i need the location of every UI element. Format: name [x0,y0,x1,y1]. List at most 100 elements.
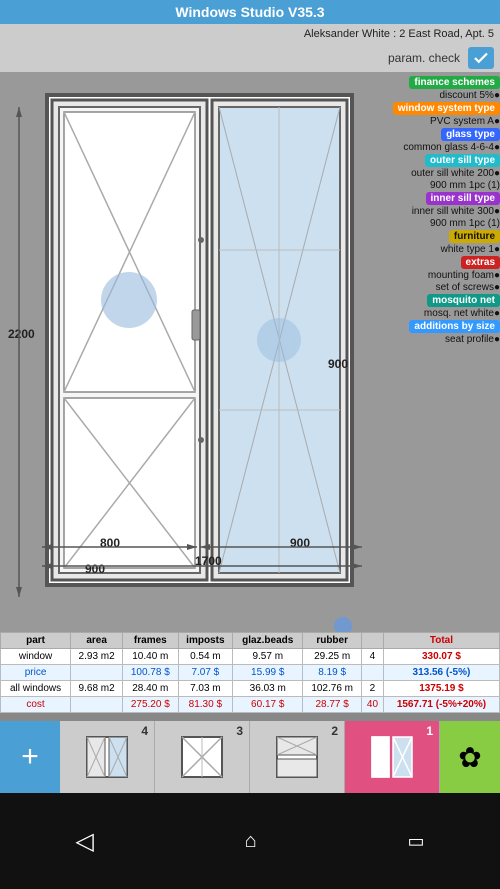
cell-glazbeads-window: 9.57 m [233,649,303,665]
label-furniture[interactable]: furniture [340,230,500,243]
col-header-glazbeads: glaz.beads [233,633,303,649]
tab-1-icon [369,734,415,780]
table-row-allwindows: all windows 9.68 m2 28.40 m 7.03 m 36.03… [1,681,500,697]
cell-rubber-cost: 28.77 $ [303,697,362,713]
cell-area-window: 2.93 m2 [71,649,123,665]
col-header-frames: frames [123,633,178,649]
cell-imposts-window: 0.54 m [178,649,233,665]
label-pvc: PVC system A● [340,116,500,127]
label-discount: discount 5%● [340,90,500,101]
table-row-window: window 2.93 m2 10.40 m 0.54 m 9.57 m 29.… [1,649,500,665]
tab-1[interactable]: 1 [345,721,440,793]
cell-glazbeads-cost: 60.17 $ [233,697,303,713]
add-window-button[interactable]: + [0,721,60,793]
table-row-price: price 100.78 $ 7.07 $ 15.99 $ 8.19 $ 313… [1,665,500,681]
tab-3-icon [179,734,225,780]
cell-frames-allwindows: 28.40 m [123,681,178,697]
tab-4-icon [84,734,130,780]
param-check-label: param. check [388,51,460,65]
cell-extra-cost: 40 [362,697,384,713]
data-table: part area frames imposts glaz.beads rubb… [0,632,500,709]
cell-imposts-price: 7.07 $ [178,665,233,681]
label-mosquito-val: mosq. net white● [340,308,500,319]
cell-frames-window: 10.40 m [123,649,178,665]
glass-type-tag[interactable]: glass type [441,128,500,141]
label-extras[interactable]: extras [340,256,500,269]
tab-4[interactable]: 4 [60,721,155,793]
param-check-button[interactable] [468,47,494,69]
label-window-system[interactable]: window system type [340,102,500,115]
param-row: param. check [0,44,500,72]
cell-part-allwindows: all windows [1,681,71,697]
cell-part-cost: cost [1,697,71,713]
label-foam: mounting foam● [340,270,500,281]
cell-total-allwindows: 1375.19 $ [383,681,499,697]
label-inner-sill-val: inner sill white 300● [340,206,500,217]
cell-total-price: 313.56 (-5%) [383,665,499,681]
dim-arrow-bottom-2 [200,537,362,557]
cell-extra-window: 4 [362,649,384,665]
cell-frames-cost: 275.20 $ [123,697,178,713]
nav-back-button[interactable]: ◁ [75,827,93,856]
label-screws: set of screws● [340,282,500,293]
top-bar: Windows Studio V35.3 [0,0,500,24]
finance-tag[interactable]: finance schemes [409,76,500,89]
info-bar: Aleksander White : 2 East Road, Apt. 5 [0,24,500,44]
cell-part-window: window [1,649,71,665]
table-row-cost: cost 275.20 $ 81.30 $ 60.17 $ 28.77 $ 40… [1,697,500,713]
label-mosquito[interactable]: mosquito net [340,294,500,307]
cell-imposts-allwindows: 7.03 m [178,681,233,697]
label-seat: seat profile● [340,334,500,345]
label-additions[interactable]: additions by size [340,320,500,333]
col-header-imposts: imposts [178,633,233,649]
cell-area-allwindows: 9.68 m2 [71,681,123,697]
inner-sill-tag[interactable]: inner sill type [426,192,500,205]
summary-table: part area frames imposts glaz.beads rubb… [0,632,500,713]
label-inner-sill[interactable]: inner sill type [340,192,500,205]
tab-1-num: 1 [426,724,433,738]
tab-3-num: 3 [236,724,243,738]
tab-3[interactable]: 3 [155,721,250,793]
label-glass-val: common glass 4-6-4● [340,142,500,153]
outer-sill-tag[interactable]: outer sill type [425,154,500,167]
flower-icon: ✿ [458,741,481,774]
canvas-area: finance schemes discount 5%● window syst… [0,72,500,632]
col-header-rubber: rubber [303,633,362,649]
furniture-tag[interactable]: furniture [449,230,500,243]
nav-recent-button[interactable]: ▭ [408,831,425,852]
mosquito-tag[interactable]: mosquito net [427,294,500,307]
additions-tag[interactable]: additions by size [409,320,500,333]
dim-arrow-left [14,107,24,597]
label-outer-sill-val: outer sill white 200● [340,168,500,179]
nav-home-button[interactable]: ⌂ [245,830,257,853]
cell-rubber-price: 8.19 $ [303,665,362,681]
dim-arrow-bottom-total [42,556,362,576]
cell-frames-price: 100.78 $ [123,665,178,681]
tab-2[interactable]: 2 [250,721,345,793]
window-system-tag[interactable]: window system type [393,102,500,115]
tab-2-num: 2 [331,724,338,738]
cell-rubber-window: 29.25 m [303,649,362,665]
cell-extra-allwindows: 2 [362,681,384,697]
flower-button[interactable]: ✿ [440,721,500,793]
col-header-extra [362,633,384,649]
col-header-total: Total [383,633,499,649]
col-header-area: area [71,633,123,649]
label-furniture-val: white type 1● [340,244,500,255]
tab-4-num: 4 [141,724,148,738]
tab-2-icon [274,734,320,780]
label-inner-sill-dim: 900 mm 1pc (1) [340,218,500,229]
cell-total-cost: 1567.71 (-5%+20%) [383,697,499,713]
add-icon: + [21,740,39,774]
cell-glazbeads-price: 15.99 $ [233,665,303,681]
cell-imposts-cost: 81.30 $ [178,697,233,713]
label-outer-sill-dim: 900 mm 1pc (1) [340,180,500,191]
dim-right-panel: 900 [328,357,348,371]
label-finance[interactable]: finance schemes [340,76,500,89]
cell-part-price: price [1,665,71,681]
col-header-part: part [1,633,71,649]
label-outer-sill[interactable]: outer sill type [340,154,500,167]
extras-tag[interactable]: extras [461,256,500,269]
user-info: Aleksander White : 2 East Road, Apt. 5 [304,28,494,40]
label-glass[interactable]: glass type [340,128,500,141]
